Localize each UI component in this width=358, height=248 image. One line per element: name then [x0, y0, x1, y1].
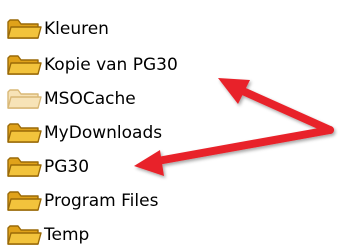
folder-label: MSOCache: [44, 89, 136, 109]
folder-icon: [6, 53, 42, 77]
folder-tree: Kleuren Kopie van PG30 MSOCache MyDownlo…: [0, 0, 358, 248]
folder-icon: [6, 17, 42, 41]
folder-label: MyDownloads: [44, 123, 163, 143]
folder-icon: [6, 121, 42, 145]
folder-item-mydownloads[interactable]: MyDownloads: [6, 118, 162, 148]
folder-label: Temp: [44, 225, 90, 245]
folder-item-msocache[interactable]: MSOCache: [6, 84, 136, 114]
folder-label: PG30: [44, 157, 90, 177]
folder-label: Kleuren: [44, 19, 109, 39]
folder-icon: [6, 155, 42, 179]
folder-icon: [6, 87, 42, 111]
folder-item-temp[interactable]: Temp: [6, 220, 89, 248]
folder-item-program-files[interactable]: Program Files: [6, 186, 158, 216]
folder-icon: [6, 223, 42, 247]
folder-label: Kopie van PG30: [44, 55, 178, 75]
folder-label: Program Files: [44, 191, 159, 211]
folder-item-kleuren[interactable]: Kleuren: [6, 14, 109, 44]
folder-item-kopie-van-pg30[interactable]: Kopie van PG30: [6, 50, 178, 80]
folder-icon: [6, 189, 42, 213]
folder-item-pg30[interactable]: PG30: [6, 152, 89, 182]
